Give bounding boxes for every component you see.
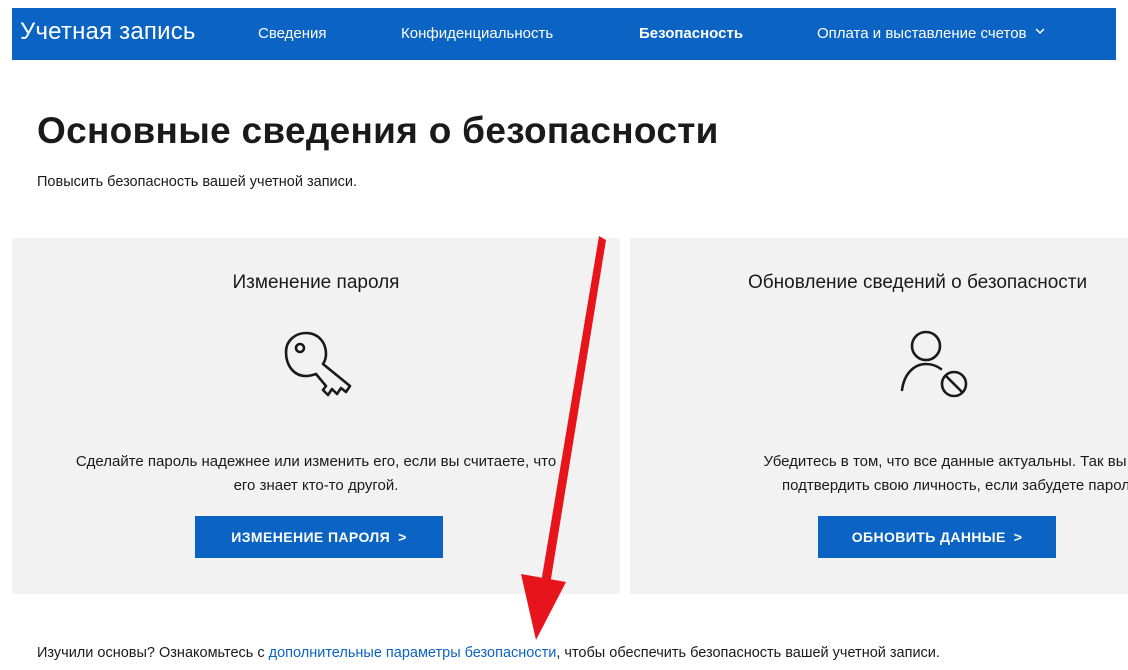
user-blocked-icon: [898, 328, 978, 413]
change-password-desc-line-2: его знает кто-то другой.: [233, 477, 399, 494]
change-password-button-label: ИЗМЕНЕНИЕ ПАРОЛЯ: [231, 529, 391, 545]
nav-tab-security[interactable]: Безопасность: [639, 25, 743, 42]
nav-tab-info[interactable]: Сведения: [258, 25, 327, 42]
update-security-info-desc-line-2: подтвердить свою личность, если забудете…: [781, 477, 1128, 494]
chevron-right-icon: >: [1013, 529, 1023, 545]
page-title: Основные сведения о безопасности: [37, 110, 719, 151]
update-info-button[interactable]: ОБНОВИТЬ ДАННЫЕ >: [818, 516, 1056, 558]
footer-suffix: , чтобы обеспечить безопасность вашей уч…: [556, 645, 940, 661]
chevron-right-icon: >: [398, 529, 407, 545]
nav-tab-billing-label: Оплата и выставление счетов: [817, 25, 1027, 42]
update-info-button-label: ОБНОВИТЬ ДАННЫЕ: [851, 529, 1006, 545]
change-password-description: Сделайте пароль надежнее или изменить ег…: [12, 450, 620, 498]
advanced-security-footer: Изучили основы? Ознакомьтесь с дополните…: [37, 645, 940, 661]
update-security-info-desc-line-1: Убедитесь в том, что все данные актуальн…: [763, 453, 1128, 470]
change-password-title: Изменение пароля: [232, 272, 400, 293]
update-security-info-title: Обновление сведений о безопасности: [748, 272, 1088, 293]
page-subtitle: Повысить безопасность вашей учетной запи…: [37, 174, 358, 190]
key-icon: [278, 328, 360, 415]
nav-tab-privacy[interactable]: Конфиденциальность: [401, 25, 553, 42]
update-security-info-card: Обновление сведений о безопасности Убеди…: [630, 238, 1128, 594]
advanced-security-link[interactable]: дополнительные параметры безопасности: [269, 645, 557, 661]
account-brand-link[interactable]: Учетная запись: [20, 18, 196, 46]
change-password-card: Изменение пароля Сделайте пароль надежне…: [12, 238, 620, 594]
change-password-desc-line-1: Сделайте пароль надежнее или изменить ег…: [75, 453, 557, 470]
change-password-button[interactable]: ИЗМЕНЕНИЕ ПАРОЛЯ >: [195, 516, 443, 558]
chevron-down-icon: [1034, 26, 1045, 36]
footer-prefix: Изучили основы? Ознакомьтесь с: [37, 645, 269, 661]
update-security-info-description: Убедитесь в том, что все данные актуальн…: [696, 450, 1128, 498]
nav-tab-billing[interactable]: Оплата и выставление счетов: [817, 25, 1045, 42]
top-nav-bar: Учетная запись Сведения Конфиденциальнос…: [12, 8, 1116, 60]
